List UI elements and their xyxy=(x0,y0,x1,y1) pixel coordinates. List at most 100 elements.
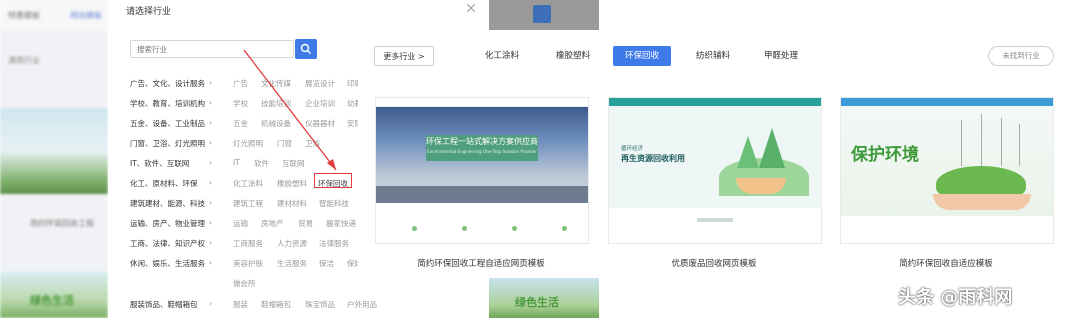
category-label[interactable]: IT、软件、互联网 xyxy=(130,158,189,169)
subcategory[interactable]: 软件 xyxy=(254,158,269,169)
subcategory[interactable]: 机械设备 xyxy=(261,118,291,129)
template-card[interactable]: 环保工程一站式解决方案供应商 Environmental Engineering… xyxy=(375,97,589,244)
category-row: 服装饰品、鞋帽箱包 › 服装 鞋帽箱包 珠宝饰品 户外用品 xyxy=(130,299,490,311)
watermark: 头条 @雨科网 xyxy=(898,287,1013,308)
category-label[interactable]: 运输、房产、物业管理 xyxy=(130,218,205,229)
template-card[interactable]: 保护环境 xyxy=(840,97,1054,244)
chevron-right-icon: › xyxy=(209,78,213,87)
category-label[interactable]: 休闲、娱乐、生活服务 xyxy=(130,258,205,269)
thumbnail-footer xyxy=(841,216,1053,243)
thumbnail-text: 循环经济 xyxy=(621,146,644,152)
search-button[interactable] xyxy=(295,39,317,59)
subcategory[interactable]: 门窗 xyxy=(277,138,292,149)
thumbnail-subheading: Environmental Engineering One-Stop Solut… xyxy=(427,149,537,154)
subcategory[interactable]: 互联网 xyxy=(282,158,305,169)
category-label[interactable]: 服装饰品、鞋帽箱包 xyxy=(130,299,198,310)
subcategory[interactable]: 建材材料 xyxy=(277,198,307,209)
not-found-industry-button[interactable]: 未找到行业 xyxy=(988,46,1054,66)
chevron-right-icon: › xyxy=(209,118,213,127)
close-icon[interactable] xyxy=(465,2,477,14)
background-banner-image xyxy=(0,108,108,194)
template-card[interactable]: 循环经济 再生资源回收利用 xyxy=(608,97,822,244)
tab-recycling[interactable]: 环保回收 xyxy=(613,46,671,66)
wind-turbine-icon xyxy=(1001,118,1002,166)
background-page: 特惠模板 网站模板 通用行业 简约环保回收工程 绿色生活 xyxy=(0,0,108,318)
thumbnail-header xyxy=(609,98,821,106)
category-label[interactable]: 广告、文化、设计服务 xyxy=(130,78,205,89)
subcategory[interactable]: 企业培训 xyxy=(305,98,335,109)
background-banner-text-2: 绿色生活 xyxy=(515,296,559,309)
subcategory[interactable]: 做会所 xyxy=(233,278,256,289)
subcategory[interactable]: 展览设计 xyxy=(305,78,335,89)
template-card-title[interactable]: 简约环保回收自适应模板 xyxy=(840,257,1052,269)
subcategory[interactable]: 工商服务 xyxy=(233,238,263,249)
tree-icon xyxy=(759,128,785,168)
subcategory[interactable]: 广告 xyxy=(233,78,248,89)
background-strip xyxy=(489,0,599,30)
subcategory[interactable]: IT xyxy=(233,158,240,167)
category-row: 做会所 xyxy=(130,278,490,290)
background-banner-text: 绿色生活 xyxy=(30,294,74,307)
subcategory[interactable]: 运输 xyxy=(233,218,248,229)
category-label[interactable]: 门窗、卫浴、灯光照明 xyxy=(130,138,205,149)
tab-formaldehyde[interactable]: 甲醛处理 xyxy=(751,46,811,66)
chevron-right-icon: › xyxy=(209,238,213,247)
subcategory[interactable]: 橡胶塑料 xyxy=(277,178,307,189)
background-tab-2: 网站模板 xyxy=(70,11,102,20)
subcategory[interactable]: 五金 xyxy=(233,118,248,129)
subcategory[interactable]: 智能科技 xyxy=(319,198,349,209)
more-industries-button[interactable]: 更多行业 > xyxy=(374,46,434,66)
category-label[interactable]: 工商、法律、知识产权 xyxy=(130,238,205,249)
template-card-title[interactable]: 简约环保回收工程自适应网页模板 xyxy=(375,257,587,269)
tab-chemical-coatings[interactable]: 化工涂料 xyxy=(472,46,532,66)
subcategory[interactable]: 灯光照明 xyxy=(233,138,263,149)
subcategory[interactable]: 文化传媒 xyxy=(261,78,291,89)
subcategory[interactable]: 化工涂料 xyxy=(233,178,263,189)
subcategory[interactable]: 生活服务 xyxy=(277,258,307,269)
background-tab-1: 特惠模板 xyxy=(8,11,40,20)
tree-icon xyxy=(737,136,759,168)
feature-icon xyxy=(412,226,417,231)
chevron-right-icon: › xyxy=(209,258,213,267)
thumbnail-heading: 再生资源回收利用 xyxy=(621,154,685,163)
modal-title: 请选择行业 xyxy=(126,7,172,17)
tab-textile[interactable]: 纺织辅料 xyxy=(683,46,743,66)
category-label[interactable]: 建筑建材、能源、科技 xyxy=(130,198,205,209)
background-caption: 简约环保回收工程 xyxy=(30,219,94,228)
subcategory[interactable]: 鞋帽箱包 xyxy=(261,299,291,310)
thumbnail-footer xyxy=(609,208,821,243)
subcategory[interactable]: 法律服务 xyxy=(319,238,349,249)
industry-search-input[interactable] xyxy=(130,40,294,58)
subcategory[interactable]: 保洁 xyxy=(319,258,334,269)
template-card-title[interactable]: 优质废品回收网页模板 xyxy=(608,257,820,269)
background-filter: 通用行业 xyxy=(8,56,40,65)
subcategory[interactable]: 卫浴 xyxy=(305,138,320,149)
thumbnail-heading-text: 环保工程一站式解决方案供应商 xyxy=(426,137,538,146)
tab-rubber-plastic[interactable]: 橡胶塑料 xyxy=(543,46,603,66)
template-list-area: 更多行业 > 化工涂料 橡胶塑料 环保回收 纺织辅料 甲醛处理 未找到行业 环保… xyxy=(358,30,1080,278)
highlight-box xyxy=(314,173,352,188)
thumbnail-heading: 环保工程一站式解决方案供应商 Environmental Engineering… xyxy=(426,135,538,161)
hands-illustration xyxy=(933,194,1031,210)
subcategory[interactable]: 仪器器材 xyxy=(305,118,335,129)
subcategory[interactable]: 人力资源 xyxy=(277,238,307,249)
chevron-right-icon: › xyxy=(209,299,213,308)
subcategory[interactable]: 珠宝饰品 xyxy=(305,299,335,310)
chevron-right-icon: › xyxy=(209,158,213,167)
chevron-right-icon: › xyxy=(209,98,213,107)
category-label[interactable]: 化工、原材料、环保 xyxy=(130,178,198,189)
thumbnail-header xyxy=(841,98,1053,106)
subcategory[interactable]: 学校 xyxy=(233,98,248,109)
wind-turbine-icon xyxy=(981,114,982,166)
subcategory[interactable]: 建筑工程 xyxy=(233,198,263,209)
wind-turbine-icon xyxy=(961,120,962,166)
category-label[interactable]: 五金、设备、工业制品 xyxy=(130,118,205,129)
subcategory[interactable]: 服装 xyxy=(233,299,248,310)
category-label[interactable]: 学校、教育、培训机构 xyxy=(130,98,205,109)
subcategory[interactable]: 搬家快递 xyxy=(326,218,356,229)
subcategory[interactable]: 美容护肤 xyxy=(233,258,263,269)
subcategory[interactable]: 房地产 xyxy=(261,218,284,229)
subcategory[interactable]: 贸易 xyxy=(298,218,313,229)
subcategory[interactable]: 技能培训 xyxy=(261,98,291,109)
subcategory[interactable]: 户外用品 xyxy=(347,299,377,310)
